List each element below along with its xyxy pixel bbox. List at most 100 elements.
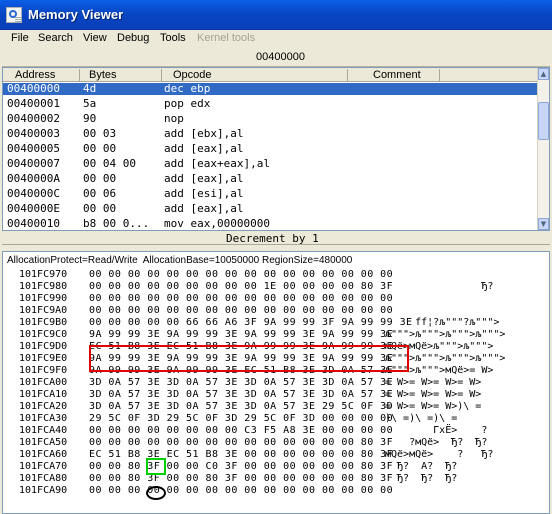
scroll-down-icon[interactable]: ▼ — [538, 218, 549, 230]
menu-kernel-tools: Kernel tools — [197, 32, 256, 44]
hex-ascii[interactable]: ГхЁ> ? — [385, 425, 487, 437]
menu-debug[interactable]: Debug — [117, 32, 149, 44]
hex-bytes[interactable]: 3D 0A 57 3E 3D 0A 57 3E 3D 0A 57 3E 29 5… — [89, 401, 393, 413]
hex-ascii[interactable]: = W>= W>= W>= W> — [385, 389, 481, 401]
hex-row[interactable]: 101FC9A0 00 00 00 00 00 00 00 00 00 00 00… — [3, 305, 549, 317]
disasm-row[interactable]: 00400005 00 00 add [eax],al — [3, 143, 539, 155]
hex-bytes[interactable]: 00 00 80 3F 00 00 C0 3F 00 00 00 00 00 0… — [89, 461, 393, 473]
hex-row[interactable]: 101FCA80 00 00 80 3F 00 00 80 3F 00 00 00… — [3, 473, 549, 485]
disasm-row[interactable]: 00400007 00 04 00 add [eax+eax],al — [3, 158, 539, 170]
hex-ascii[interactable]: Ђ? Ђ? Ђ? — [385, 473, 457, 485]
menu-bar: File Search View Debug Tools Kernel tool… — [0, 30, 552, 47]
hex-bytes[interactable]: EC 51 B8 3E EC 51 B8 3E 00 00 00 00 00 0… — [89, 449, 393, 461]
instruction-description: Decrement by 1 — [2, 231, 550, 245]
hex-bytes[interactable]: 00 00 00 00 00 00 00 00 00 00 00 00 00 0… — [89, 437, 393, 449]
hex-address: 101FC970 — [19, 269, 68, 280]
hex-row[interactable]: 101FCA60 EC 51 B8 3E EC 51 B8 3E 00 00 00… — [3, 449, 549, 461]
hex-bytes[interactable]: 00 00 00 00 00 00 00 00 00 00 00 00 00 0… — [89, 269, 393, 281]
hex-ascii[interactable]: = W>= W>= W>= W> — [385, 377, 481, 389]
hex-row[interactable]: 101FC9E0 9A 99 99 3E 9A 99 99 3E 9A 99 99… — [3, 353, 549, 365]
hex-ascii[interactable]: = W>= W>= W>)\ = — [385, 401, 481, 413]
hex-row[interactable]: 101FC9F0 9A 99 99 3E 9A 99 99 3E EC 51 B8… — [3, 365, 549, 377]
menu-file[interactable]: File — [11, 32, 29, 44]
hex-row[interactable]: 101FC9D0 EC 51 B8 3E EC 51 B8 3E 9A 99 99… — [3, 341, 549, 353]
column-address[interactable]: Address — [15, 69, 55, 81]
hex-bytes[interactable]: EC 51 B8 3E EC 51 B8 3E 9A 99 99 3E 9A 9… — [89, 341, 393, 353]
hex-row[interactable]: 101FCA90 00 00 00 00 00 00 00 00 00 00 00… — [3, 485, 549, 497]
disasm-row[interactable]: 0040000E 00 00 add [eax],al — [3, 203, 539, 215]
hex-bytes[interactable]: 3D 0A 57 3E 3D 0A 57 3E 3D 0A 57 3E 3D 0… — [89, 377, 393, 389]
disasm-row[interactable]: 0040000A 00 00 add [eax],al — [3, 173, 539, 185]
hex-bytes[interactable]: 9A 99 99 3E 9A 99 99 3E 9A 99 99 3E 9A 9… — [89, 329, 393, 341]
hex-address: 101FCA90 — [19, 485, 68, 496]
hex-bytes[interactable]: 3D 0A 57 3E 3D 0A 57 3E 3D 0A 57 3E 3D 0… — [89, 389, 393, 401]
hex-ascii[interactable]: Ђ? — [385, 281, 493, 293]
hex-bytes[interactable]: 00 00 00 00 00 00 00 00 00 00 00 00 00 0… — [89, 293, 393, 305]
hex-address: 101FCA40 — [19, 425, 68, 436]
hex-row[interactable]: 101FC9C0 9A 99 99 3E 9A 99 99 3E 9A 99 99… — [3, 329, 549, 341]
hex-ascii[interactable]: љ""">љ""">мQё>= W> — [385, 365, 493, 377]
hex-address: 101FC980 — [19, 281, 68, 292]
hex-row[interactable]: 101FC990 00 00 00 00 00 00 00 00 00 00 00… — [3, 293, 549, 305]
column-comment[interactable]: Comment — [373, 69, 421, 81]
hex-row[interactable]: 101FC970 00 00 00 00 00 00 00 00 00 00 00… — [3, 269, 549, 281]
current-address: 00400000 — [256, 51, 305, 63]
hex-address: 101FCA30 — [19, 413, 68, 424]
hex-ascii[interactable]: мQё>мQё>љ""">љ"""> — [385, 341, 493, 353]
hex-ascii[interactable]: љ""">љ""">љ""">љ"""> — [385, 353, 505, 365]
hex-row[interactable]: 101FCA20 3D 0A 57 3E 3D 0A 57 3E 3D 0A 57… — [3, 401, 549, 413]
scroll-thumb[interactable] — [538, 102, 549, 140]
hex-address: 101FC990 — [19, 293, 68, 304]
hex-address: 101FC9F0 — [19, 365, 68, 376]
disasm-row[interactable]: 00400002 90 nop — [3, 113, 539, 125]
menu-search[interactable]: Search — [38, 32, 73, 44]
hex-bytes[interactable]: 9A 99 99 3E 9A 99 99 3E EC 51 B8 3E 3D 0… — [89, 365, 393, 377]
hex-address: 101FCA80 — [19, 473, 68, 484]
menu-tools[interactable]: Tools — [160, 32, 186, 44]
menu-view[interactable]: View — [83, 32, 107, 44]
hex-address: 101FCA70 — [19, 461, 68, 472]
hex-row[interactable]: 101FC980 00 00 00 00 00 00 00 00 00 1E 00… — [3, 281, 549, 293]
column-opcode[interactable]: Opcode — [173, 69, 212, 81]
hex-ascii[interactable]: мQё>мQё> ? Ђ? — [385, 449, 493, 461]
hex-row[interactable]: 101FC9B0 00 00 00 00 00 66 66 A6 3F 9A 99… — [3, 317, 549, 329]
hex-bytes[interactable]: 00 00 00 00 00 66 66 A6 3F 9A 99 99 3F 9… — [89, 317, 413, 329]
hex-bytes[interactable]: 00 00 00 00 00 00 00 00 00 1E 00 00 00 0… — [89, 281, 393, 293]
hex-bytes[interactable]: 00 00 00 00 00 00 00 00 00 00 00 00 00 0… — [89, 305, 393, 317]
hex-view-pane[interactable]: AllocationProtect=Read/Write AllocationB… — [2, 251, 550, 514]
disasm-row[interactable]: 0040000C 00 06 add [esi],al — [3, 188, 539, 200]
hex-row[interactable]: 101FCA50 00 00 00 00 00 00 00 00 00 00 00… — [3, 437, 549, 449]
disasm-row[interactable]: 00400001 5a pop edx — [3, 98, 539, 110]
hex-bytes[interactable]: 29 5C 0F 3D 29 5C 0F 3D 29 5C 0F 3D 00 0… — [89, 413, 393, 425]
allocation-info: AllocationProtect=Read/Write AllocationB… — [7, 255, 353, 266]
hex-row[interactable]: 101FCA00 3D 0A 57 3E 3D 0A 57 3E 3D 0A 57… — [3, 377, 549, 389]
hex-ascii[interactable]: Ђ? А? Ђ? — [385, 461, 457, 473]
scroll-up-icon[interactable]: ▲ — [538, 68, 549, 80]
hex-address: 101FC9D0 — [19, 341, 68, 352]
disasm-scrollbar[interactable]: ▲ ▼ — [537, 68, 549, 230]
disasm-row[interactable]: 00400003 00 03 add [ebx],al — [3, 128, 539, 140]
column-bytes[interactable]: Bytes — [89, 69, 117, 81]
hex-row[interactable]: 101FCA30 29 5C 0F 3D 29 5C 0F 3D 29 5C 0F… — [3, 413, 549, 425]
hex-ascii[interactable]: ?мQё> Ђ? Ђ? — [385, 437, 487, 449]
current-address-bar: 00400000 — [2, 47, 550, 67]
hex-address: 101FC9B0 — [19, 317, 68, 328]
hex-bytes[interactable]: 00 00 00 00 00 00 00 00 C3 F5 A8 3E 00 0… — [89, 425, 393, 437]
hex-bytes[interactable]: 9A 99 99 3E 9A 99 99 3E 9A 99 99 3E 9A 9… — [89, 353, 393, 365]
title-bar[interactable]: Memory Viewer — [0, 0, 552, 30]
hex-address: 101FC9C0 — [19, 329, 68, 340]
disassembler-pane[interactable]: Address Bytes Opcode Comment 00400000 4d d… — [2, 67, 550, 231]
disasm-row[interactable]: 00400000 4d dec ebp — [3, 83, 539, 95]
hex-row[interactable]: 101FCA40 00 00 00 00 00 00 00 00 C3 F5 A8… — [3, 425, 549, 437]
disasm-row[interactable]: 00400010 b8 00 0... mov eax,00000000 — [3, 218, 539, 230]
hex-ascii[interactable]: љ""">љ""">љ""">љ"""> — [385, 329, 505, 341]
hex-bytes[interactable]: 00 00 00 00 00 00 00 00 00 00 00 00 00 0… — [89, 485, 393, 497]
hex-ascii[interactable]: ff¦?љ"""?љ"""> — [385, 317, 499, 329]
memory-viewer-icon — [6, 7, 22, 23]
hex-bytes[interactable]: 00 00 80 3F 00 00 80 3F 00 00 00 00 00 0… — [89, 473, 393, 485]
hex-ascii[interactable]: )\ =)\ =)\ = — [385, 413, 457, 425]
hex-address: 101FCA60 — [19, 449, 68, 460]
hex-row[interactable]: 101FCA70 00 00 80 3F 00 00 C0 3F 00 00 00… — [3, 461, 549, 473]
hex-address: 101FCA10 — [19, 389, 68, 400]
hex-row[interactable]: 101FCA10 3D 0A 57 3E 3D 0A 57 3E 3D 0A 57… — [3, 389, 549, 401]
